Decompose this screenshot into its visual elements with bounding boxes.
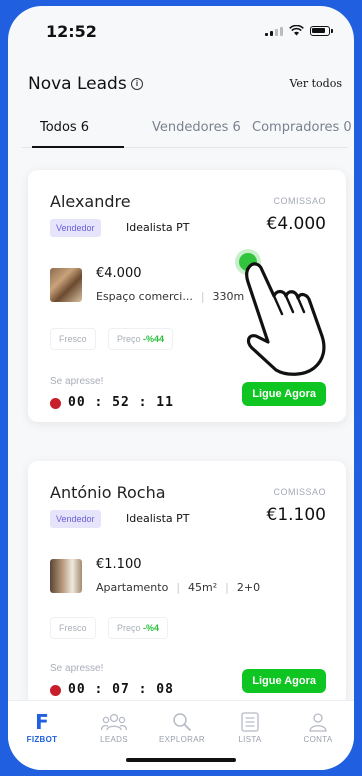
comissao-value: €4.000: [266, 214, 326, 234]
lead-card[interactable]: António Rocha COMISSAO €1.100 Vendedor I…: [28, 461, 346, 706]
property-type: Apartamento: [96, 581, 169, 594]
preco-tag: Preço -%4: [108, 617, 169, 639]
battery-icon: [310, 25, 333, 36]
lead-name: Alexandre: [50, 192, 131, 211]
nav-label: EXPLORAR: [159, 735, 205, 744]
urgency-text: Se apresse!: [50, 376, 104, 387]
fresco-tag: Fresco: [50, 328, 96, 350]
nav-lista[interactable]: LISTA: [220, 711, 280, 744]
timer-icon: [50, 398, 61, 409]
urgency-text: Se apresse!: [50, 663, 104, 674]
ver-todos-link[interactable]: Ver todos: [289, 77, 342, 90]
comissao-label: COMISSAO: [273, 196, 326, 206]
tab-compradores[interactable]: Compradores 0: [252, 120, 352, 135]
status-icons: [265, 25, 333, 36]
fizbot-logo: F: [35, 710, 49, 734]
nav-fizbot[interactable]: F FIZBOT: [12, 711, 72, 744]
timer-icon: [50, 685, 61, 696]
nav-label: FIZBOT: [26, 735, 58, 744]
home-indicator[interactable]: [126, 758, 236, 762]
preco-tag-label: Preço: [117, 623, 141, 633]
property-thumbnail[interactable]: [50, 268, 82, 302]
preco-tag-label: Preço: [117, 334, 141, 344]
fresco-tag: Fresco: [50, 617, 96, 639]
lead-tabs: Todos 6 Vendedores 6 Compradores 0: [22, 114, 352, 148]
ligue-agora-button[interactable]: Ligue Agora: [242, 669, 326, 693]
lead-source: Idealista PT: [126, 512, 190, 525]
countdown-timer: 00 : 07 : 08: [68, 682, 174, 697]
info-icon[interactable]: i: [131, 78, 143, 90]
search-icon: [173, 713, 191, 731]
status-time: 12:52: [46, 22, 97, 41]
list-icon: [241, 712, 259, 732]
preco-tag-value: -%4: [143, 623, 160, 633]
page-title: Nova Leads: [28, 74, 127, 94]
status-bar: 12:52: [8, 6, 354, 56]
phone-screen: 12:52 Nova Leads i Ver todos Todos 6 Ven…: [8, 6, 354, 770]
nav-leads[interactable]: LEADS: [84, 711, 144, 744]
nav-label: CONTA: [303, 735, 333, 744]
leads-icon: [101, 713, 127, 731]
active-tab-indicator: [32, 146, 124, 148]
property-rooms: 2+0: [236, 581, 261, 594]
lead-name: António Rocha: [50, 483, 166, 502]
signal-icon: [265, 26, 283, 36]
comissao-value: €1.100: [266, 505, 326, 525]
nav-explorar[interactable]: EXPLORAR: [152, 711, 212, 744]
section-header: Nova Leads i Ver todos: [28, 70, 342, 100]
property-details: Espaço comerci... | 330m: [96, 290, 245, 303]
vendedor-badge: Vendedor: [50, 219, 101, 237]
countdown-timer: 00 : 52 : 11: [68, 395, 174, 410]
nav-conta[interactable]: CONTA: [288, 711, 348, 744]
vendedor-badge: Vendedor: [50, 510, 101, 528]
tap-hand-icon: [235, 249, 326, 376]
wifi-icon: [289, 25, 304, 36]
tab-vendedores[interactable]: Vendedores 6: [152, 120, 241, 135]
property-price: €4.000: [96, 266, 142, 281]
lead-source: Idealista PT: [126, 221, 190, 234]
property-thumbnail[interactable]: [50, 559, 82, 593]
user-icon: [309, 713, 327, 732]
tab-todos[interactable]: Todos 6: [40, 120, 89, 135]
property-price: €1.100: [96, 557, 142, 572]
property-type: Espaço comerci...: [96, 290, 193, 303]
bottom-navigation: F FIZBOT LEADS EXPLORAR LISTA CONTA: [8, 700, 354, 770]
property-area: 45m²: [188, 581, 218, 594]
nav-label: LISTA: [238, 735, 262, 744]
property-details: Apartamento | 45m² | 2+0: [96, 581, 261, 594]
preco-tag-value: -%44: [143, 334, 165, 344]
nav-label: LEADS: [100, 735, 128, 744]
preco-tag: Preço -%44: [108, 328, 174, 350]
comissao-label: COMISSAO: [273, 487, 326, 497]
ligue-agora-button[interactable]: Ligue Agora: [242, 382, 326, 406]
